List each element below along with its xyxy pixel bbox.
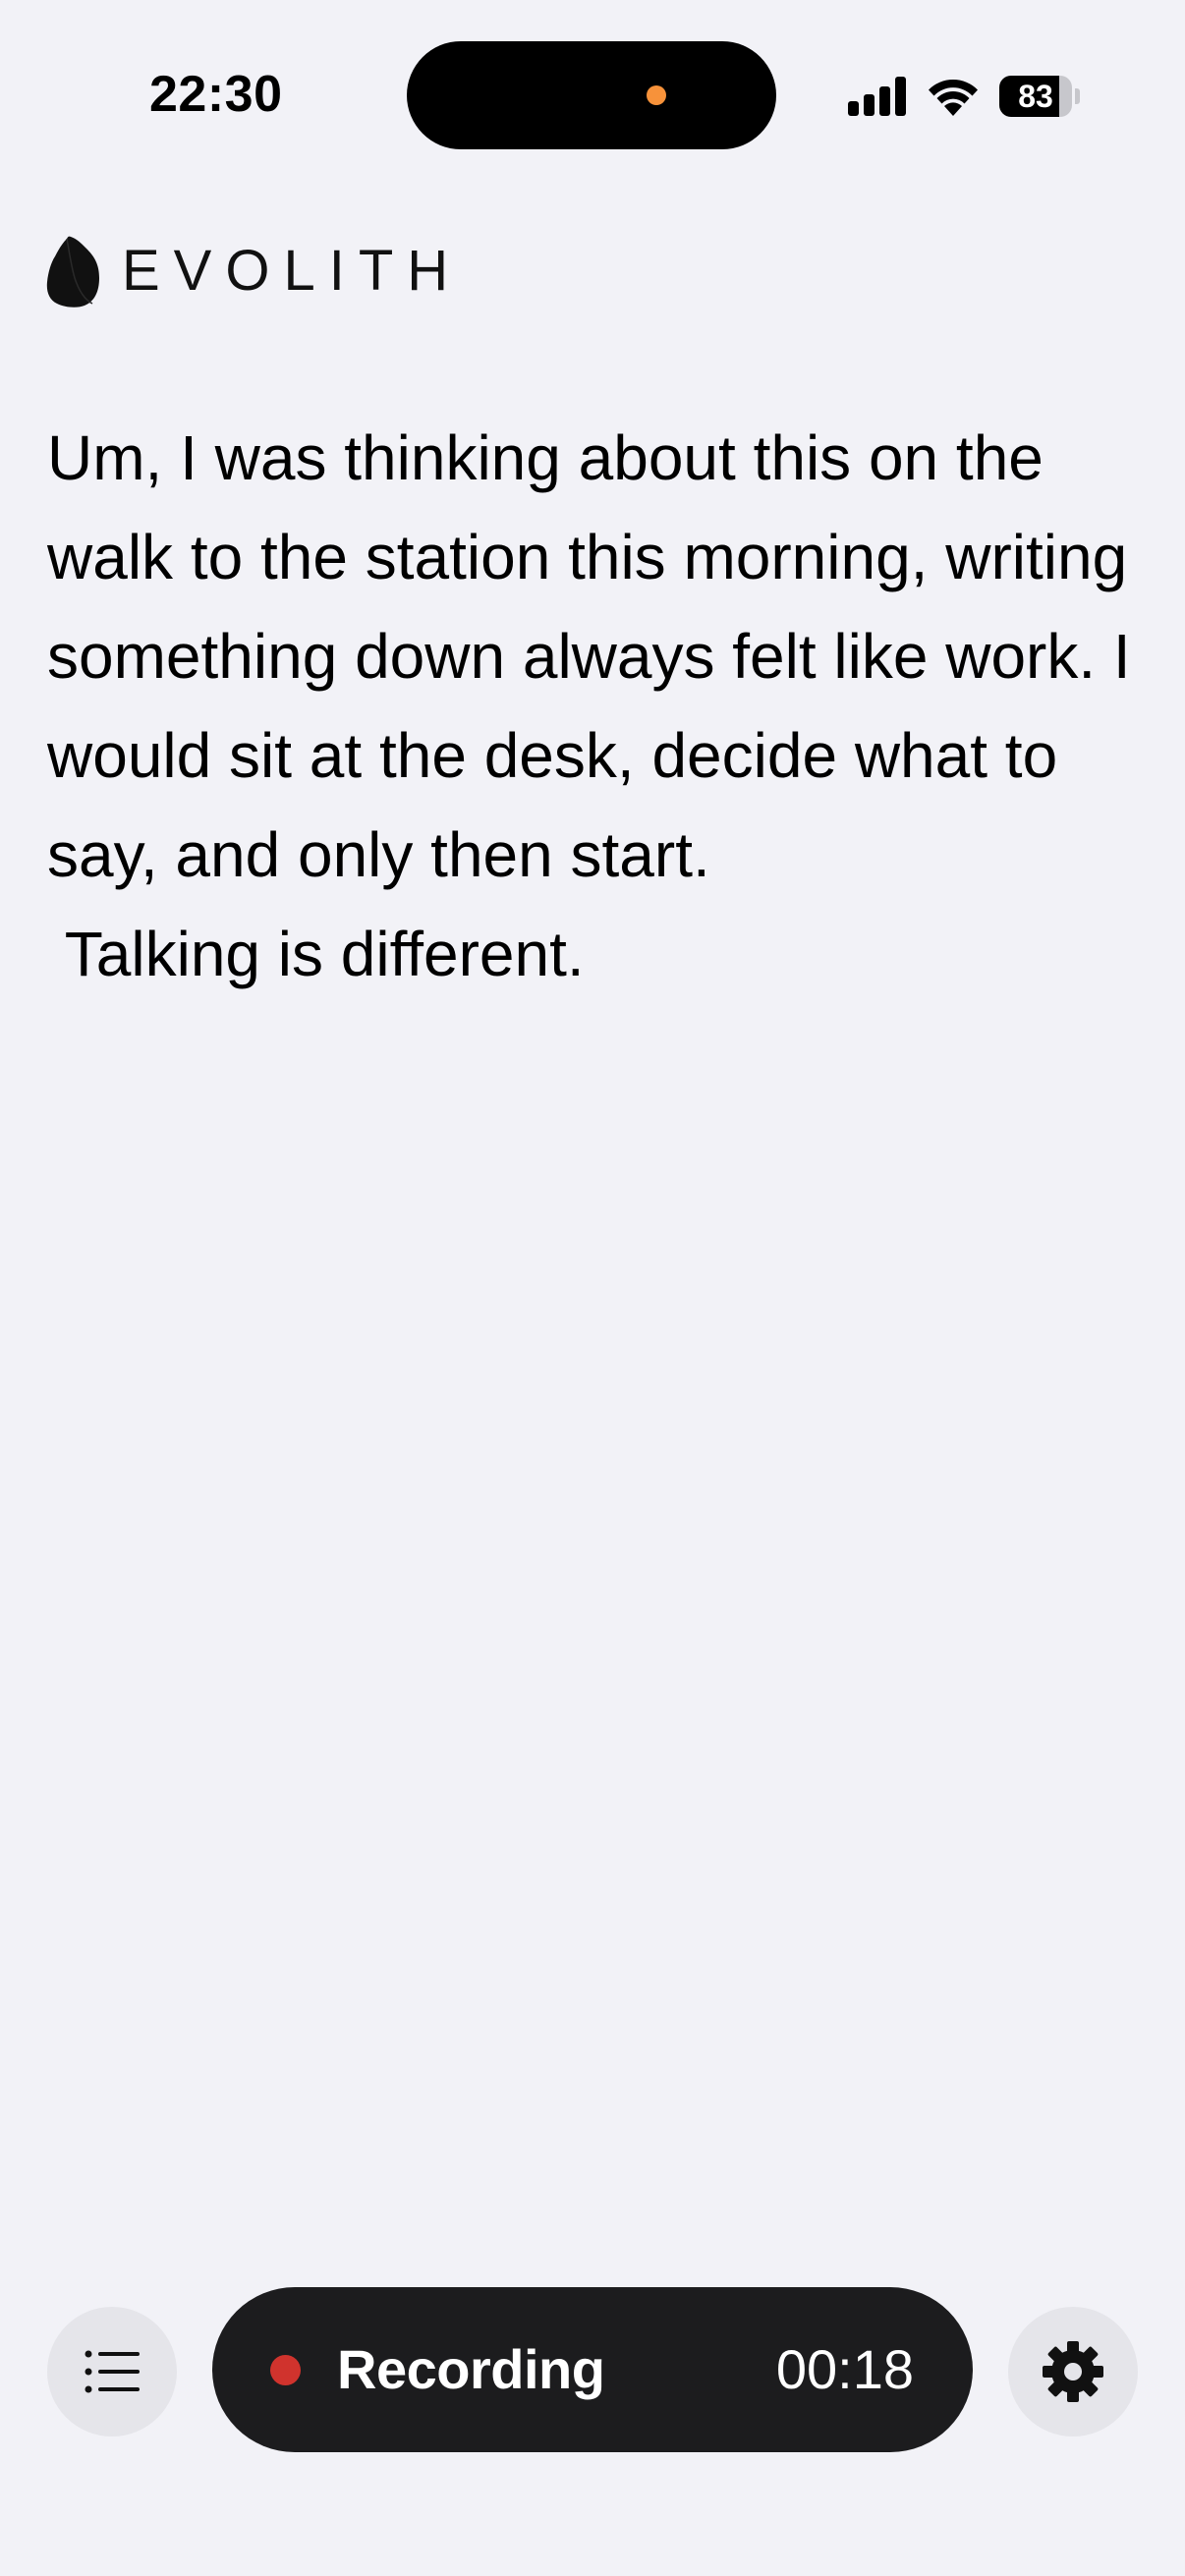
- wifi-icon: [929, 79, 978, 116]
- app-brand: EVOLITH: [45, 232, 462, 310]
- stone-logo-icon: [46, 236, 99, 308]
- battery-level: 83: [1018, 79, 1053, 114]
- settings-button[interactable]: [1008, 2307, 1138, 2436]
- dynamic-island: [407, 41, 776, 149]
- battery-icon: 83: [999, 76, 1080, 117]
- recording-label: Recording: [337, 2338, 605, 2400]
- status-bar: 22:30 83: [0, 0, 1185, 187]
- recording-control[interactable]: Recording 00:18: [212, 2287, 973, 2452]
- cellular-signal-icon: [848, 77, 907, 116]
- notes-list-button[interactable]: [47, 2307, 177, 2436]
- privacy-indicator-dot: [647, 85, 666, 105]
- live-transcript[interactable]: Um, I was thinking about this on the wal…: [47, 409, 1148, 1004]
- recording-timer: 00:18: [775, 2338, 914, 2400]
- list-icon: [85, 2350, 140, 2393]
- status-time: 22:30: [149, 66, 283, 123]
- record-indicator-dot: [270, 2355, 301, 2385]
- gear-icon: [1043, 2341, 1103, 2402]
- app-name: EVOLITH: [122, 239, 463, 303]
